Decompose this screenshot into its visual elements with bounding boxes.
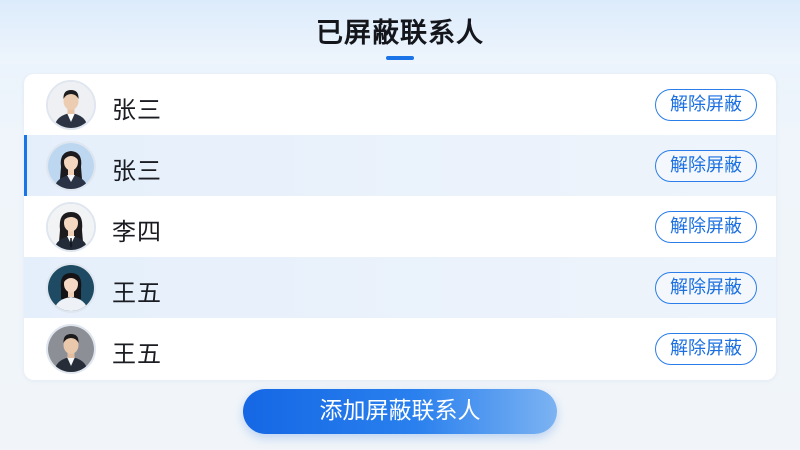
unblock-button[interactable]: 解除屏蔽 [655, 272, 757, 304]
contact-name: 张三 [112, 157, 162, 185]
page-title: 已屏蔽联系人 [316, 18, 484, 49]
female-avatar [46, 141, 96, 191]
contact-row: 王五 解除屏蔽 [24, 318, 776, 379]
female-avatar [46, 202, 96, 252]
unblock-button[interactable]: 解除屏蔽 [655, 150, 757, 182]
selection-indicator [24, 135, 27, 196]
contact-name: 王五 [112, 340, 162, 368]
male-avatar [46, 324, 96, 374]
contact-row: 王五 解除屏蔽 [24, 257, 776, 318]
header-bar: 已屏蔽联系人 [0, 0, 800, 64]
contact-row: 李四 解除屏蔽 [24, 196, 776, 257]
contact-row: 张三 解除屏蔽 [24, 135, 776, 196]
female-avatar [46, 263, 96, 313]
unblock-button[interactable]: 解除屏蔽 [655, 333, 757, 365]
title-underline [386, 56, 414, 60]
contact-row: 张三 解除屏蔽 [24, 74, 776, 135]
unblock-button[interactable]: 解除屏蔽 [655, 211, 757, 243]
male-avatar [46, 80, 96, 130]
contact-name: 张三 [112, 96, 162, 124]
blocked-contacts-list: 张三 解除屏蔽 张三 解除屏蔽 李四 解除屏蔽 王五 解除屏蔽 王五 解除屏蔽 [24, 74, 776, 380]
contact-name: 王五 [112, 279, 162, 307]
add-blocked-contact-button[interactable]: 添加屏蔽联系人 [243, 389, 557, 434]
contact-name: 李四 [112, 218, 162, 246]
unblock-button[interactable]: 解除屏蔽 [655, 89, 757, 121]
